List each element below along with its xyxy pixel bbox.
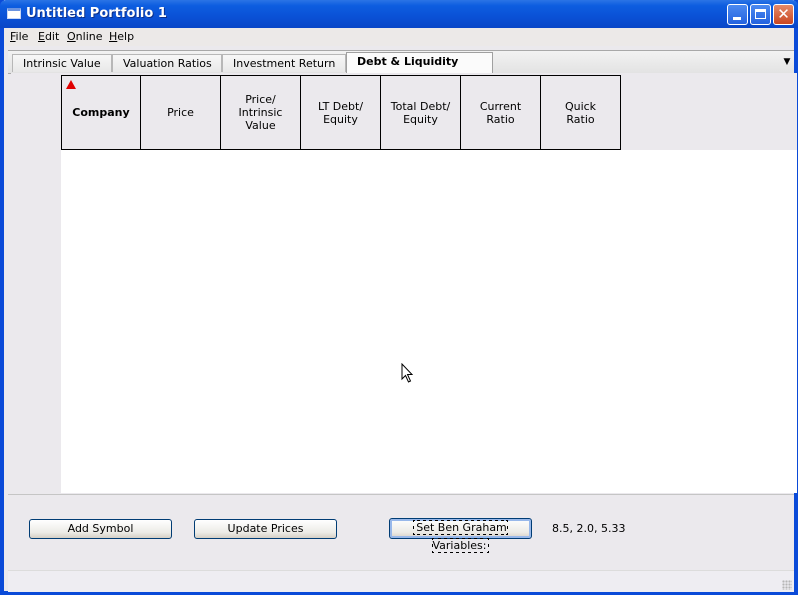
column-header-price[interactable]: Price [141,75,221,150]
column-header-quick-ratio[interactable]: Quick Ratio [541,75,621,150]
column-header-total-debt-equity[interactable]: Total Debt/ Equity [381,75,461,150]
mouse-cursor-icon [401,363,414,383]
ben-graham-variables-value: 8.5, 2.0, 5.33 [552,522,626,535]
menu-online[interactable]: Online [67,30,103,43]
menu-file[interactable]: File [10,30,28,43]
close-button[interactable]: ✕ [773,4,794,25]
close-icon: ✕ [777,5,790,23]
menu-bar: File Edit Online Help [4,28,794,46]
maximize-icon [755,9,766,19]
app-icon [7,8,21,19]
column-header-company[interactable]: Company [61,75,141,150]
column-header-lt-debt-equity[interactable]: LT Debt/ Equity [301,75,381,150]
minimize-button[interactable] [727,4,748,25]
resize-grip-icon[interactable] [782,580,792,590]
action-panel: Add Symbol Update Prices Set Ben Graham … [8,494,794,570]
row-header-column [11,150,61,493]
column-header-current-ratio[interactable]: Current Ratio [461,75,541,150]
title-bar[interactable]: Untitled Portfolio 1 ✕ [0,0,798,28]
tab-intrinsic-value[interactable]: Intrinsic Value [12,54,112,72]
tab-overflow-icon[interactable]: ▼ [782,57,792,67]
menu-edit[interactable]: Edit [38,30,59,43]
sort-ascending-icon [66,80,76,89]
tab-strip: Intrinsic Value Valuation Ratios Investm… [8,50,794,85]
add-symbol-button[interactable]: Add Symbol [29,519,172,539]
update-prices-button[interactable]: Update Prices [194,519,337,539]
status-bar [8,570,794,592]
set-ben-graham-variables-button[interactable]: Set Ben Graham Variables: [389,518,532,553]
app-window: Untitled Portfolio 1 ✕ File Edit Online … [0,0,798,595]
column-header-price-intrinsic-value[interactable]: Price/ Intrinsic Value [221,75,301,150]
maximize-button[interactable] [750,4,771,25]
portfolio-grid[interactable]: Company Price Price/ Intrinsic Value LT … [11,73,797,493]
window-title: Untitled Portfolio 1 [26,6,167,21]
minimize-icon [733,17,741,20]
menu-help[interactable]: Help [109,30,134,43]
tab-valuation-ratios[interactable]: Valuation Ratios [112,54,222,72]
tab-debt-liquidity-ratios[interactable]: Debt & Liquidity Ratios [346,52,493,85]
tab-investment-return[interactable]: Investment Return [222,54,346,72]
